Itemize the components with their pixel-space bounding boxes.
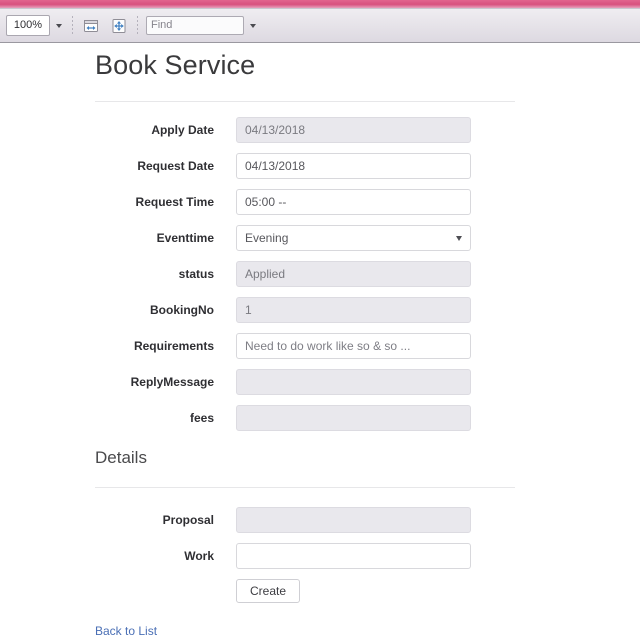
- replymessage-input[interactable]: [236, 369, 471, 396]
- form-row-eventtime: Eventtime Evening: [95, 220, 515, 256]
- field-label: Requirements: [133, 339, 214, 354]
- fees-input[interactable]: [236, 405, 471, 432]
- eventtime-select[interactable]: Evening: [236, 225, 471, 252]
- field-label: Request Date: [137, 159, 214, 174]
- document-page: Book Service Apply Date 04/13/2018 Reque…: [0, 43, 640, 639]
- form-actions: Create: [95, 574, 515, 608]
- status-input[interactable]: Applied: [236, 261, 471, 288]
- field-label: Proposal: [162, 512, 214, 527]
- chevron-down-icon: [456, 235, 462, 241]
- details-section-title: Details: [95, 448, 147, 468]
- proposal-input[interactable]: [236, 506, 471, 533]
- chevron-down-icon[interactable]: [250, 23, 256, 28]
- field-label: fees: [189, 411, 214, 426]
- form-row-replymessage: ReplyMessage: [95, 364, 515, 400]
- main-fields: Apply Date 04/13/2018 Request Date 04/13…: [95, 112, 515, 436]
- detail-fields: Proposal Work Create Back to List: [95, 502, 515, 640]
- form-container: Book Service Apply Date 04/13/2018 Reque…: [95, 49, 515, 640]
- toolbar-separator: [137, 15, 138, 36]
- field-label: ReplyMessage: [130, 375, 214, 390]
- form-row-proposal: Proposal: [95, 502, 515, 538]
- apply-date-input[interactable]: 04/13/2018: [236, 117, 471, 144]
- requirements-value: Need to do work like so & so ...: [245, 339, 411, 354]
- request-date-input[interactable]: 04/13/2018: [236, 153, 471, 180]
- form-row-apply-date: Apply Date 04/13/2018: [95, 112, 515, 148]
- chevron-down-icon[interactable]: [56, 23, 62, 28]
- fit-width-icon[interactable]: [81, 16, 101, 36]
- find-input[interactable]: Find: [146, 16, 244, 35]
- form-row-bookingno: BookingNo 1: [95, 292, 515, 328]
- requirements-input[interactable]: Need to do work like so & so ...: [236, 333, 471, 360]
- form-row-request-time: Request Time 05:00 --: [95, 184, 515, 220]
- form-row-fees: fees: [95, 400, 515, 436]
- page-title: Book Service: [95, 50, 256, 80]
- viewer-toolbar: 100% Find: [0, 8, 640, 43]
- field-label: Request Time: [135, 195, 214, 210]
- work-input[interactable]: [236, 542, 471, 569]
- request-time-input[interactable]: 05:00 --: [236, 189, 471, 216]
- field-label: status: [178, 267, 214, 282]
- viewer-accent-bar: [0, 0, 640, 8]
- form-row-requirements: Requirements Need to do work like so & s…: [95, 328, 515, 364]
- form-row-request-date: Request Date 04/13/2018: [95, 148, 515, 184]
- field-label: Eventtime: [156, 231, 214, 246]
- fit-page-icon[interactable]: [109, 16, 129, 36]
- eventtime-selected-value: Evening: [245, 231, 289, 246]
- bookingno-input[interactable]: 1: [236, 297, 471, 324]
- find-control[interactable]: Find: [146, 16, 262, 35]
- form-row-work: Work: [95, 538, 515, 574]
- form-row-status: status Applied: [95, 256, 515, 292]
- zoom-control[interactable]: 100%: [6, 15, 68, 36]
- create-button[interactable]: Create: [236, 578, 301, 603]
- toolbar-separator: [72, 15, 73, 36]
- back-to-list-link[interactable]: Back to List: [95, 624, 157, 638]
- field-label: BookingNo: [150, 303, 214, 318]
- field-label: Work: [184, 548, 214, 563]
- zoom-level-display[interactable]: 100%: [6, 15, 50, 36]
- field-label: Apply Date: [151, 123, 214, 138]
